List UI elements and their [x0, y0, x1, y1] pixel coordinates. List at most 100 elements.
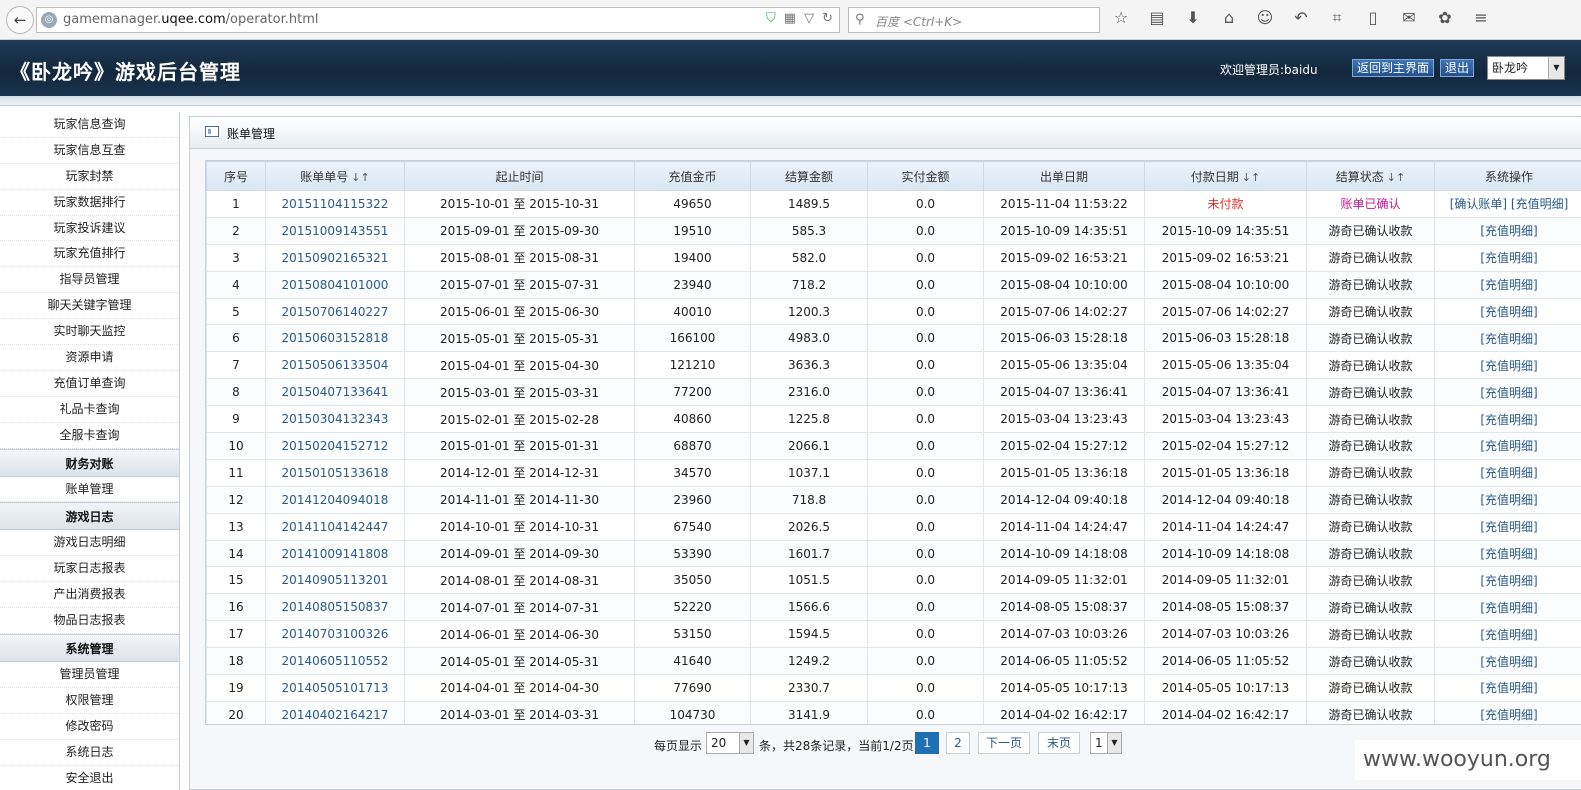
sidebar-item[interactable]: 实时聊天监控	[0, 319, 179, 346]
logout-button[interactable]: 退出	[1440, 59, 1475, 77]
sidebar-item[interactable]: 指导员管理	[0, 267, 179, 294]
bill-number-cell[interactable]: 20150902165321	[265, 243, 405, 272]
row-actions-cell[interactable]: [充值明细]	[1434, 593, 1581, 622]
bill-number-cell[interactable]: 20150204152712	[265, 432, 405, 460]
sidebar-item[interactable]: 修改密码	[0, 714, 179, 740]
home-icon[interactable]: ⌂	[1218, 8, 1240, 28]
last-page-button[interactable]: 末页	[1038, 732, 1080, 754]
page-jump-select[interactable]: 1 ▼	[1090, 732, 1122, 754]
bill-number-cell[interactable]: 20150804101000	[265, 270, 405, 299]
next-page-button[interactable]: 下一页	[978, 732, 1030, 754]
sidebar-item[interactable]: 系统日志	[0, 740, 179, 766]
reading-list-icon[interactable]: ▤	[1146, 8, 1168, 28]
sidebar-item[interactable]: 玩家投诉建议	[0, 216, 179, 242]
row-actions-cell[interactable]: [充值明细]	[1434, 405, 1581, 434]
sidebar-item[interactable]: 账单管理	[0, 477, 179, 503]
row-actions-cell[interactable]: [充值明细]	[1434, 674, 1581, 702]
sidebar-item[interactable]: 玩家信息互查	[0, 138, 179, 164]
row-actions-cell[interactable]: [充值明细]	[1434, 539, 1581, 568]
bill-number-cell[interactable]: 20151009143551	[265, 216, 405, 245]
menu-icon[interactable]: ≡	[1470, 8, 1492, 28]
column-header[interactable]: 账单单号 ↓↑	[265, 161, 405, 191]
row-actions-cell[interactable]: [充值明细]	[1434, 216, 1581, 245]
row-actions-cell[interactable]: [确认账单] [充值明细]	[1434, 190, 1581, 218]
bill-number-cell[interactable]: 20141009141808	[265, 539, 405, 568]
sidebar-item[interactable]: 资源申请	[0, 345, 179, 371]
bill-number-cell[interactable]: 20140703100326	[265, 620, 405, 649]
sidebar-section-finance[interactable]: 财务对账	[0, 448, 179, 477]
device-icon[interactable]: ▯	[1362, 8, 1384, 28]
sidebar-item[interactable]: 产出消费报表	[0, 582, 179, 609]
sidebar-item[interactable]: 物品日志报表	[0, 608, 179, 635]
bill-number-cell[interactable]: 20150603152818	[265, 324, 405, 353]
row-actions-cell[interactable]: [充值明细]	[1434, 378, 1581, 407]
row-actions-cell[interactable]: [充值明细]	[1434, 324, 1581, 353]
search-input[interactable]: ⚲ 百度 <Ctrl+K>	[848, 7, 1100, 33]
bill-number-cell[interactable]: 20140505101713	[265, 674, 405, 702]
crop-icon[interactable]: ⌗	[1326, 8, 1348, 28]
address-bar[interactable]: ◎ gamemanager.uqee.com/operator.html ⛉ ▦…	[36, 7, 840, 33]
sidebar-item[interactable]: 权限管理	[0, 688, 179, 714]
sidebar-section-system[interactable]: 系统管理	[0, 634, 179, 663]
sidebar-item[interactable]: 充值订单查询	[0, 371, 179, 397]
row-actions-cell[interactable]: [充值明细]	[1434, 458, 1581, 487]
sidebar-section-log[interactable]: 游戏日志	[0, 502, 179, 531]
bill-number-cell[interactable]: 20150706140227	[265, 297, 405, 326]
sidebar-item[interactable]: 玩家数据排行	[0, 190, 179, 216]
row-actions-cell[interactable]: [充值明细]	[1434, 243, 1581, 272]
row-actions-cell[interactable]: [充值明细]	[1434, 700, 1581, 724]
bill-number-cell[interactable]: 20151104115322	[265, 190, 405, 218]
sidebar-item[interactable]: 玩家封禁	[0, 164, 179, 190]
download-icon[interactable]: ⬇	[1182, 8, 1204, 28]
game-select[interactable]: 卧龙吟 ▼	[1487, 56, 1565, 80]
chat-bubble-icon[interactable]: ☺	[1254, 8, 1276, 28]
bill-number-cell[interactable]: 20150105133618	[265, 458, 405, 487]
sidebar-item[interactable]: 安全退出	[0, 766, 179, 790]
message-icon[interactable]: ✉	[1398, 8, 1420, 28]
page-2-button[interactable]: 2	[946, 732, 970, 754]
sidebar-item[interactable]: 游戏日志明细	[0, 530, 179, 557]
bill-number-cell[interactable]: 20150407133641	[265, 378, 405, 407]
shield-icon[interactable]: ⛉	[766, 11, 776, 26]
sort-icon[interactable]: ↓↑	[351, 171, 369, 184]
bill-number-cell[interactable]: 20140402164217	[265, 700, 405, 724]
reload-icon[interactable]: ↻	[822, 11, 833, 26]
row-actions-cell[interactable]: [充值明细]	[1434, 512, 1581, 541]
sort-icon[interactable]: ↓↑	[1242, 171, 1260, 184]
per-page-select[interactable]: 20 ▼	[706, 732, 754, 754]
row-actions-cell[interactable]: [充值明细]	[1434, 270, 1581, 299]
row-actions-cell[interactable]: [充值明细]	[1434, 620, 1581, 649]
row-actions-cell[interactable]: [充值明细]	[1434, 351, 1581, 380]
sidebar-item[interactable]: 玩家信息查询	[0, 112, 179, 138]
bill-number-cell[interactable]: 20140905113201	[265, 566, 405, 595]
column-header[interactable]: 结算状态 ↓↑	[1306, 161, 1435, 191]
return-home-button[interactable]: 返回到主界面	[1352, 59, 1435, 77]
row-actions-cell[interactable]: [充值明细]	[1434, 485, 1581, 514]
row-actions-cell[interactable]: [充值明细]	[1434, 647, 1581, 676]
sidebar-item[interactable]: 管理员管理	[0, 662, 179, 688]
sidebar-item[interactable]: 玩家充值排行	[0, 241, 179, 268]
qr-code-icon[interactable]: ▦	[784, 11, 796, 26]
bill-number-cell[interactable]: 20140605110552	[265, 647, 405, 676]
extension-icon[interactable]: ✿	[1434, 8, 1456, 28]
column-header[interactable]: 付款日期 ↓↑	[1144, 161, 1307, 191]
sidebar-item[interactable]: 聊天关键字管理	[0, 293, 179, 320]
sidebar-item[interactable]: 玩家日志报表	[0, 556, 179, 583]
bill-number-cell[interactable]: 20150506133504	[265, 351, 405, 380]
bill-number-cell[interactable]: 20141104142447	[265, 512, 405, 541]
sidebar-item[interactable]: 礼品卡查询	[0, 397, 179, 423]
row-actions-cell[interactable]: [充值明细]	[1434, 432, 1581, 460]
row-actions-cell[interactable]: [充值明细]	[1434, 297, 1581, 326]
page-1-button[interactable]: 1	[915, 732, 939, 754]
bill-number-cell[interactable]: 20140805150837	[265, 593, 405, 622]
sidebar-item[interactable]: 全服卡查询	[0, 423, 179, 449]
browser-toolbar-icons: ☆ ▤ ⬇ ⌂ ☺ ↶ ⌗ ▯ ✉ ✿ ≡	[1110, 8, 1492, 28]
bill-number-cell[interactable]: 20141204094018	[265, 485, 405, 514]
sort-icon[interactable]: ↓↑	[1387, 171, 1405, 184]
back-arrow-icon[interactable]: ←	[6, 6, 34, 34]
star-icon[interactable]: ☆	[1110, 8, 1132, 28]
dropdown-triangle-icon[interactable]: ▽	[804, 11, 814, 26]
row-actions-cell[interactable]: [充值明细]	[1434, 566, 1581, 595]
bill-number-cell[interactable]: 20150304132343	[265, 405, 405, 434]
undo-icon[interactable]: ↶	[1290, 8, 1312, 28]
